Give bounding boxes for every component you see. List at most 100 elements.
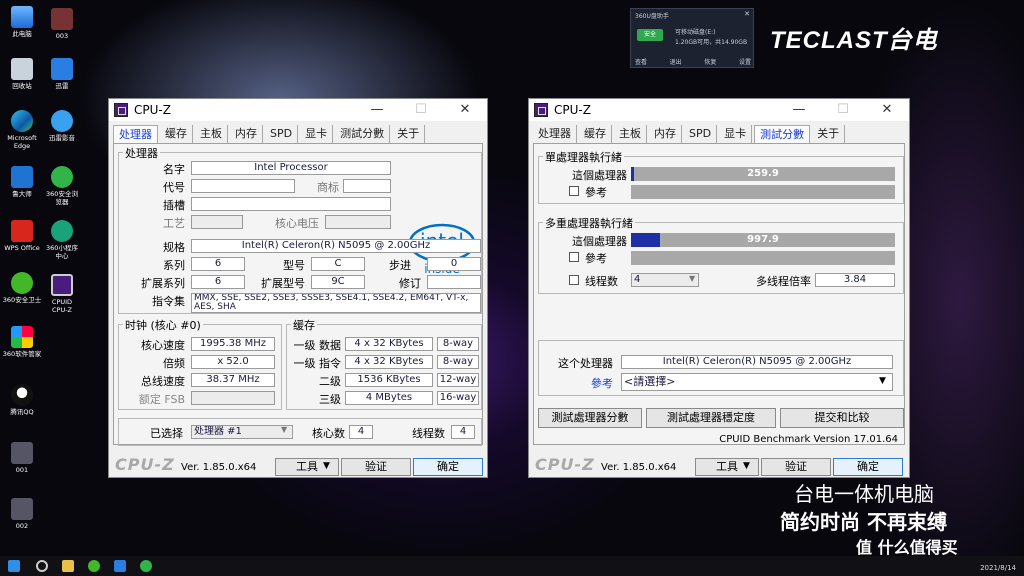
- windows-start-icon[interactable]: [8, 560, 20, 572]
- desktop-icon-xunlei[interactable]: 迅雷: [44, 58, 80, 90]
- threads-checkbox[interactable]: [569, 275, 579, 285]
- xunlei-icon: [51, 58, 73, 80]
- close-icon[interactable]: ✕: [443, 99, 487, 121]
- 360-safe-icon[interactable]: [88, 560, 100, 572]
- tab-spd[interactable]: SPD: [265, 125, 299, 143]
- l3-label: 三级: [319, 393, 341, 406]
- search-icon[interactable]: [36, 560, 48, 572]
- 360-browser-icon[interactable]: [140, 560, 152, 572]
- l1-data-way: 8-way: [437, 337, 479, 351]
- chevron-down-icon[interactable]: ▼: [323, 461, 330, 471]
- tab-processor[interactable]: 处理器: [113, 125, 158, 143]
- cpuz-footer-logo: CPU-Z: [535, 455, 595, 474]
- usb-drive-space: 1.20GB可用，共14.90GB: [675, 39, 748, 46]
- xunlei-icon[interactable]: [114, 560, 126, 572]
- desktop-icon-002[interactable]: 002: [2, 498, 42, 530]
- xunlei-player-icon: [51, 110, 73, 132]
- desktop-icon-xunlei-player[interactable]: 迅雷影音: [44, 110, 80, 142]
- desktop-icon-edge[interactable]: Microsoft Edge: [2, 110, 42, 150]
- tools-label: 工具: [716, 460, 738, 473]
- file-explorer-icon[interactable]: [62, 560, 74, 572]
- desktop-icon-360-soft[interactable]: 360软件管家: [2, 326, 42, 358]
- minimize-icon[interactable]: —: [777, 99, 821, 121]
- brand-logo: TECLAST台电: [770, 27, 938, 54]
- ok-button[interactable]: 确定: [833, 458, 903, 476]
- desktop-icon-ludashi[interactable]: 鲁大师: [2, 166, 42, 198]
- title-bar: CPU-Z — ☐ ✕: [529, 99, 909, 121]
- usb-restore-button[interactable]: 恢复: [704, 57, 716, 66]
- tab-bar: 处理器 缓存 主板 内存 SPD 显卡 测試分數 关于: [113, 125, 427, 143]
- desktop-icon-this-pc[interactable]: 此电脑: [2, 6, 42, 38]
- submit-compare-button[interactable]: 提交和比较: [780, 408, 904, 428]
- desktop-icon-recycle-bin[interactable]: 回收站: [2, 58, 42, 90]
- core-speed-label: 核心速度: [141, 339, 185, 352]
- tab-memory[interactable]: 内存: [649, 125, 682, 143]
- usb-view-button[interactable]: 查看: [635, 57, 647, 66]
- threads-label: 线程数: [585, 275, 618, 288]
- desktop-icon-wps[interactable]: WPS Office: [2, 220, 42, 252]
- bench-panel: 單處理器執行緒 這個處理器 259.9 參考 多重處理器執行緒 這個處理器 99…: [533, 143, 905, 445]
- close-icon[interactable]: ✕: [865, 99, 909, 121]
- chevron-down-icon[interactable]: ▼: [743, 461, 750, 471]
- ok-button[interactable]: 确定: [413, 458, 483, 476]
- desktop-icon-cpuz[interactable]: CPUID CPU-Z: [44, 274, 80, 314]
- validate-button[interactable]: 验证: [341, 458, 411, 476]
- usb-popup: 360U盘助手 安全 可移动磁盘(E:) 1.20GB可用，共14.90GB 查…: [630, 8, 754, 68]
- desktop-icon-003[interactable]: 003: [44, 8, 80, 40]
- tab-processor[interactable]: 处理器: [533, 125, 577, 143]
- tab-graphics[interactable]: 显卡: [300, 125, 334, 143]
- trademark-value: [343, 179, 391, 193]
- single-this-label: 這個處理器: [572, 169, 627, 182]
- multiplier-label: 倍频: [163, 357, 185, 370]
- 360-miniapp-icon: [51, 220, 73, 242]
- desktop-icon-qq[interactable]: 腾讯QQ: [2, 384, 42, 416]
- processor-select[interactable]: 处理器 #1: [191, 425, 293, 439]
- bench-cpu-button[interactable]: 測試處理器分數: [538, 408, 642, 428]
- qq-icon: [11, 384, 33, 406]
- desktop-icon-360-miniapp[interactable]: 360小程序中心: [44, 220, 80, 260]
- multi-ref-checkbox[interactable]: [569, 252, 579, 262]
- chevron-down-icon[interactable]: ▼: [879, 376, 886, 386]
- validate-button[interactable]: 验证: [761, 458, 831, 476]
- tab-about[interactable]: 关于: [812, 125, 846, 143]
- bus-speed-label: 总线速度: [141, 375, 185, 388]
- tab-about[interactable]: 关于: [392, 125, 426, 143]
- model-label: 型号: [283, 259, 305, 272]
- cpuz-app-icon: [534, 103, 548, 117]
- close-icon[interactable]: ✕: [744, 10, 750, 18]
- tab-mainboard[interactable]: 主板: [195, 125, 228, 143]
- selection-label: 已选择: [150, 427, 183, 440]
- codename-value: [191, 179, 295, 193]
- multi-thread-group: 多重處理器執行緒 這個處理器 997.9 參考 线程数 4 ▼ 多线程倍率 3.…: [538, 215, 904, 294]
- reference-select[interactable]: <請選擇>: [621, 373, 893, 391]
- desktop-icon-001[interactable]: 001: [2, 442, 42, 474]
- usb-exit-button[interactable]: 退出: [670, 57, 682, 66]
- tab-spd[interactable]: SPD: [684, 125, 718, 143]
- single-this-score: 259.9: [747, 168, 779, 179]
- single-ref-checkbox[interactable]: [569, 186, 579, 196]
- tab-bench[interactable]: 测試分數: [335, 125, 391, 143]
- desktop-icon-360-browser[interactable]: 360安全浏览器: [44, 166, 80, 206]
- chevron-down-icon[interactable]: ▼: [281, 425, 287, 434]
- tab-graphics[interactable]: 显卡: [719, 125, 753, 143]
- maximize-icon[interactable]: ☐: [399, 99, 443, 121]
- usb-settings-button[interactable]: 设置: [739, 57, 751, 66]
- cache-group-title: 缓存: [291, 317, 317, 333]
- tab-mainboard[interactable]: 主板: [614, 125, 647, 143]
- family-label: 系列: [163, 259, 185, 272]
- chevron-down-icon[interactable]: ▼: [689, 274, 695, 283]
- tab-memory[interactable]: 内存: [230, 125, 263, 143]
- minimize-icon[interactable]: —: [355, 99, 399, 121]
- revision-value: [427, 275, 481, 289]
- cpuz-icon: [51, 274, 73, 296]
- tab-bench[interactable]: 測試分數: [754, 125, 811, 143]
- technology-label: 工艺: [163, 217, 185, 230]
- stress-cpu-button[interactable]: 測試處理器穩定度: [646, 408, 776, 428]
- bus-speed-value: 38.37 MHz: [191, 373, 275, 387]
- tab-caches[interactable]: 缓存: [160, 125, 193, 143]
- maximize-icon[interactable]: ☐: [821, 99, 865, 121]
- desktop-icon-360-safe[interactable]: 360安全卫士: [2, 272, 42, 304]
- caption-line-1: 台电一体机电脑: [794, 482, 934, 506]
- cpuz-window-bench: CPU-Z — ☐ ✕ 处理器 缓存 主板 内存 SPD 显卡 測試分數 关于 …: [528, 98, 910, 478]
- tab-caches[interactable]: 缓存: [579, 125, 612, 143]
